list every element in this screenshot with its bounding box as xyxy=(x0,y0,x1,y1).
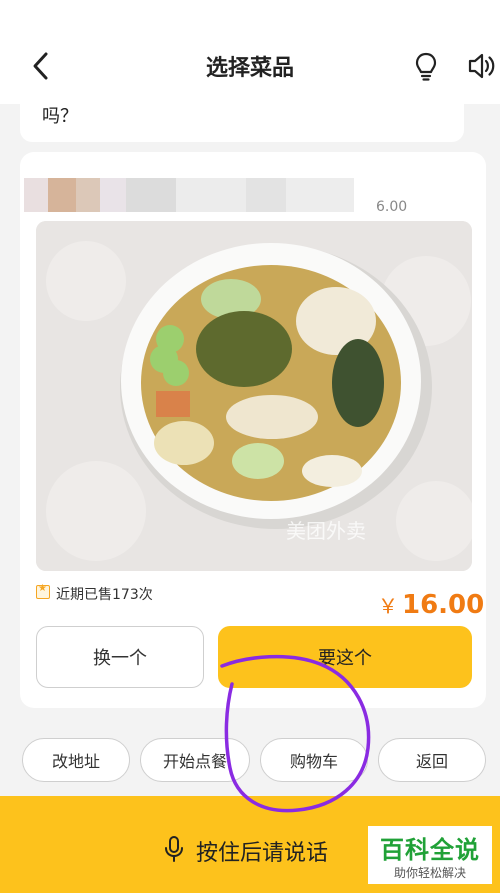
hint-button[interactable] xyxy=(410,48,442,84)
sales-count-text: 近期已售173次 xyxy=(56,587,153,603)
noodle-bowl-illustration xyxy=(36,221,472,571)
price-value: 16.00 xyxy=(402,590,485,620)
previous-message-card: 吗？ xyxy=(20,96,464,142)
sound-button[interactable] xyxy=(464,48,498,84)
sales-badge-icon xyxy=(36,583,50,599)
start-order-chip[interactable]: 开始点餐 xyxy=(140,738,250,782)
return-chip[interactable]: 返回 xyxy=(378,738,486,782)
photo-watermark: 美团外卖 xyxy=(286,519,366,543)
dish-price: ￥ 16.00 xyxy=(378,590,484,620)
hold-to-speak-label: 按住后请说话 xyxy=(196,841,329,866)
cart-chip[interactable]: 购物车 xyxy=(260,738,368,782)
change-address-chip[interactable]: 改地址 xyxy=(22,738,130,782)
choose-dish-button[interactable]: 要这个 xyxy=(218,626,472,688)
currency-symbol: ￥ xyxy=(378,594,398,618)
previous-message-text: 吗？ xyxy=(42,106,78,127)
baike-logo: 百科全说 助你轻松解决 xyxy=(368,826,492,884)
partial-price-text: 6.00 xyxy=(376,199,408,215)
lightbulb-icon xyxy=(415,52,437,81)
change-dish-button[interactable]: 换一个 xyxy=(36,626,204,688)
blurred-shop-info xyxy=(24,178,354,212)
baike-logo-title: 百科全说 xyxy=(380,836,480,864)
speaker-icon xyxy=(468,53,495,79)
dish-photo: 美团外卖 xyxy=(36,221,472,571)
baike-logo-subtitle: 助你轻松解决 xyxy=(393,866,466,880)
microphone-icon xyxy=(164,836,184,862)
